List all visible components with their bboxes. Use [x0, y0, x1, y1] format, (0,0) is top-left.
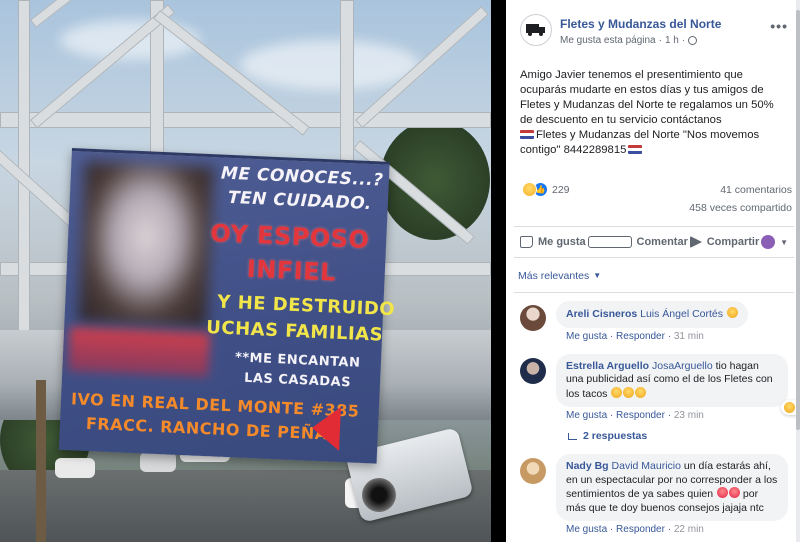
laughing-emoji-icon [726, 307, 738, 318]
banner-line: LAS CASADAS [243, 370, 352, 391]
post-panel: Fletes y Mudanzas del Norte Me gusta est… [506, 0, 800, 542]
globe-icon [688, 36, 698, 45]
scrollbar-thumb[interactable] [796, 10, 800, 430]
view-replies-link[interactable]: 2 respuestas [556, 421, 794, 442]
comment-button[interactable]: Comentar [587, 236, 688, 248]
post-body: Amigo Javier tenemos el presentimiento q… [514, 52, 794, 158]
banner-line: UCHAS FAMILIAS [205, 317, 384, 346]
like-label: Me gusta [538, 236, 586, 248]
chevron-down-icon: ▼ [780, 237, 788, 247]
banner-line: OY ESPOSO [209, 219, 371, 255]
banner-line: **ME ENCANTAN [234, 350, 361, 371]
replies-label: 2 respuestas [583, 430, 648, 442]
tagged-user[interactable]: David Mauricio [612, 460, 681, 472]
car [140, 452, 176, 472]
arrow-icon [311, 405, 341, 451]
comment-reply-link[interactable]: Responder [616, 331, 665, 342]
comment-bubble: Areli Cisneros Luis Ángel Cortés [556, 301, 748, 328]
sort-label: Más relevantes [518, 269, 590, 282]
post-time[interactable]: 1 h [665, 35, 679, 46]
comment-like-link[interactable]: Me gusta [566, 410, 607, 421]
reaction-count[interactable]: 229 [552, 184, 570, 196]
cloud [240, 40, 420, 90]
tagged-user[interactable]: JosaArguello [652, 360, 713, 372]
avatar[interactable] [520, 458, 546, 484]
blurred-name [68, 327, 211, 378]
comment-icon [587, 236, 632, 248]
comment-time[interactable]: 31 min [674, 331, 704, 342]
tagged-user[interactable]: Luis Ángel Cortés [640, 308, 723, 320]
avatar[interactable] [520, 357, 546, 384]
comment-bubble: Nady Bg David Mauricio un día estarás ah… [556, 454, 788, 521]
comment-bubble: Estrella Arguello JosaArguello tio hagan… [556, 353, 800, 415]
commenter-name[interactable]: Nady Bg [566, 460, 609, 472]
comment-sort-dropdown[interactable]: Más relevantes ▼ [514, 258, 794, 284]
banner: ME CONOCES...? TEN CUIDADO. OY ESPOSO IN… [58, 148, 396, 464]
shares-count[interactable]: 458 veces compartido [689, 202, 792, 214]
page-name[interactable]: Fletes y Mudanzas del Norte [560, 17, 721, 31]
reply-arrow-icon [568, 432, 577, 440]
share-icon [689, 236, 702, 248]
comment-meta: Me gusta · Responder · 31 min [566, 330, 704, 342]
comment-like-link[interactable]: Me gusta [566, 331, 607, 342]
laughing-emoji-icon [623, 386, 635, 398]
comments-count[interactable]: 41 comentarios [720, 184, 792, 196]
camera-lens [362, 478, 396, 512]
truck-emoji-icon [520, 130, 534, 139]
comment-item: Estrella Arguello JosaArguello tio hagan… [514, 353, 800, 442]
heart-eyes-emoji-icon [729, 487, 741, 498]
haha-reaction-icon[interactable] [522, 182, 537, 197]
comment-time[interactable]: 23 min [674, 410, 704, 421]
thumbs-up-icon [520, 236, 533, 248]
separator: · [681, 35, 686, 46]
comment-time[interactable]: 22 min [674, 524, 704, 535]
comment-item: Areli Cisneros Luis Ángel Cortés Me gust… [514, 301, 794, 342]
banner-line: INFIEL [246, 254, 337, 287]
share-label: Compartir [706, 236, 760, 248]
separator: · [658, 35, 662, 46]
comment-label: Comentar [636, 236, 688, 248]
comment-reply-link[interactable]: Responder [616, 524, 665, 535]
heart-eyes-emoji-icon [717, 487, 729, 498]
more-options-icon[interactable]: ••• [770, 18, 788, 34]
laughing-emoji-icon [635, 386, 647, 398]
avatar[interactable] [520, 305, 546, 331]
comment-reply-link[interactable]: Responder [616, 410, 665, 421]
banner-line: ME CONOCES...? [220, 163, 384, 191]
post-stats: 👍 229 41 comentarios [514, 180, 794, 202]
photo-post-image[interactable]: ME CONOCES...? TEN CUIDADO. OY ESPOSO IN… [0, 0, 491, 542]
post-meta: Me gusta esta página · 1 h · [560, 35, 698, 46]
shares-row: 458 veces compartido [514, 202, 794, 216]
commenter-name[interactable]: Areli Cisneros [566, 308, 637, 320]
bridge-top-beam [0, 112, 491, 128]
chevron-down-icon: ▼ [593, 271, 602, 280]
comment-like-link[interactable]: Me gusta [566, 524, 607, 535]
liked-page-label[interactable]: Me gusta esta página [560, 35, 656, 46]
laughing-emoji-icon [783, 401, 795, 413]
laughing-emoji-icon [611, 386, 623, 398]
utility-pole [36, 380, 46, 542]
banner-line: TEN CUIDADO. [227, 187, 373, 215]
commenter-name[interactable]: Estrella Arguello [566, 360, 649, 372]
comment-meta: Me gusta · Responder · 23 min [566, 410, 704, 421]
banner-line: Y HE DESTRUIDO [216, 291, 396, 321]
post-actions: Me gusta Comentar Compartir ▼ [514, 226, 794, 258]
truck-emoji-icon [628, 145, 643, 154]
reaction-profile-selector[interactable]: ▼ [761, 235, 788, 249]
truck-icon [526, 24, 546, 36]
page-avatar[interactable] [520, 14, 552, 46]
blurred-face [78, 161, 214, 328]
post-header: Fletes y Mudanzas del Norte Me gusta est… [514, 8, 794, 52]
divider [514, 292, 794, 293]
share-button[interactable]: Compartir [689, 236, 760, 248]
post-text: Amigo Javier tenemos el presentimiento q… [520, 69, 774, 126]
comment-item: Nady Bg David Mauricio un día estarás ah… [514, 454, 794, 535]
profile-avatar-icon [761, 235, 776, 249]
post-content: Fletes y Mudanzas del Norte Me gusta est… [514, 8, 800, 535]
car [55, 458, 95, 478]
scrollbar[interactable] [796, 0, 800, 542]
banner-line: FRACC. RANCHO DE PEÑA [85, 413, 329, 444]
comment-meta: Me gusta · Responder · 22 min [566, 524, 704, 535]
like-button[interactable]: Me gusta [520, 236, 586, 248]
